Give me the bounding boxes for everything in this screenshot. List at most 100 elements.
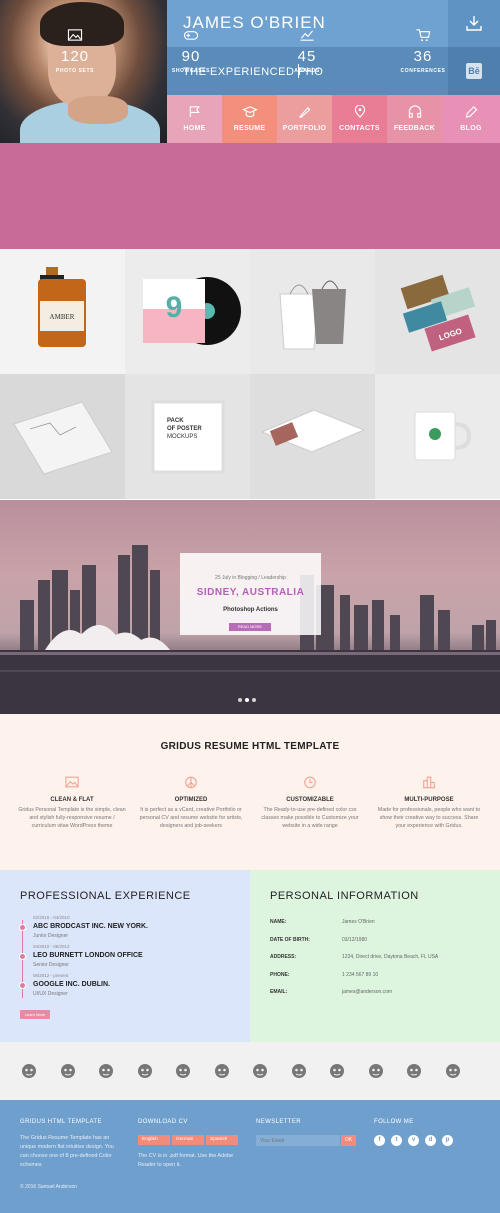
feature-title: MULTI-PURPOSE: [404, 797, 454, 803]
feature-title: OPTIMIZED: [174, 797, 208, 803]
copyright: © 2016 Samuel Anderson: [20, 1184, 78, 1190]
feature-text: The Ready-to-use pre-defined color css c…: [261, 807, 359, 829]
portfolio-item-business-cards[interactable]: LOGO: [375, 249, 500, 374]
magazine-image: [260, 409, 366, 453]
info-key: ADDRESS:: [270, 954, 297, 960]
social-icon[interactable]: p: [442, 1135, 453, 1146]
nav-item-blog[interactable]: BLOG: [442, 95, 500, 143]
feature-text: It is perfect as a vCard, creative Portf…: [139, 807, 243, 829]
pen-icon: [465, 106, 478, 118]
hat-icon-glyph: [368, 1064, 383, 1078]
portfolio-item-vinyl-record[interactable]: 9: [125, 249, 250, 374]
arrows-icon-glyph: [214, 1064, 229, 1078]
feature-item: CLEAN & FLAT Gridus Personal Template is …: [18, 775, 126, 830]
image-icon: [65, 776, 79, 788]
fox-icon: [328, 1062, 346, 1080]
poster-frame-image: PACK OF POSTER MOCKUPS: [151, 400, 225, 474]
clock-icon: [304, 776, 316, 789]
svg-text:PACK: PACK: [167, 418, 184, 424]
read-more-button[interactable]: READ MORE: [229, 623, 271, 631]
timeline-dot: [19, 953, 26, 960]
stat-value: 45: [297, 48, 317, 65]
hat-icon: [367, 1062, 385, 1080]
info-key: NAME:: [270, 919, 287, 925]
portfolio-item-poster-frame[interactable]: PACK OF POSTER MOCKUPS: [125, 374, 250, 499]
social-icon[interactable]: v: [408, 1135, 419, 1146]
portfolio-item-magazine[interactable]: [250, 374, 375, 499]
slider-dot[interactable]: [252, 698, 256, 702]
mug-image: [414, 411, 472, 461]
features-title: GRIDUS RESUME HTML TEMPLATE: [160, 741, 340, 752]
experience-title: PROFESSIONAL EXPERIENCE: [20, 890, 191, 902]
svg-text:9: 9: [166, 291, 183, 324]
hero-title: SIDNEY, AUSTRALIA: [196, 587, 305, 598]
slider-dot[interactable]: [238, 698, 242, 702]
language-button-german[interactable]: German: [172, 1135, 204, 1145]
slider-dot-active[interactable]: [245, 698, 249, 702]
hero-date: 25 July: [215, 575, 231, 581]
svg-text:OF POSTER: OF POSTER: [167, 426, 202, 432]
lips-icon: [405, 1062, 423, 1080]
language-button-spanish[interactable]: Spanish: [206, 1135, 238, 1145]
cap-icon: [241, 106, 258, 118]
girl-icon: [290, 1062, 308, 1080]
info-value: 1234, Direct drive, Daytona Beach, FL US…: [342, 954, 439, 960]
stat-value: 90: [181, 48, 201, 65]
portfolio-item-amber-bottle[interactable]: AMBER: [0, 249, 125, 374]
job-dates: 02/2016 - 04/2010: [33, 915, 70, 920]
shopping-bags-image: [279, 280, 346, 350]
job-role: Senior Designer: [33, 962, 69, 968]
pipe-icon-glyph: [445, 1064, 460, 1078]
headset-icon: [408, 105, 421, 118]
portfolio-item-notebook[interactable]: [0, 374, 125, 499]
language-button-english[interactable]: English: [138, 1135, 170, 1145]
footer-follow-title: FOLLOW ME: [374, 1119, 414, 1125]
nav-item-resume[interactable]: RESUME: [222, 95, 277, 143]
job-company: ABC BRODCAST INC. NEW YORK.: [33, 923, 148, 930]
stat-label: SHOWCASES: [171, 68, 211, 74]
nav-label: RESUME: [233, 125, 266, 132]
nav-item-portfolio[interactable]: PORTFOLIO: [277, 95, 332, 143]
nav-item-home[interactable]: HOME: [167, 95, 222, 143]
feature-item: MULTI-PURPOSE Made for professionals, peo…: [375, 775, 483, 830]
peace-icon: [185, 776, 197, 789]
pipe-icon: [444, 1062, 462, 1080]
timeline-dot: [19, 982, 26, 989]
fox-icon-glyph: [330, 1064, 344, 1078]
feature-title: CLEAN & FLAT: [50, 797, 94, 803]
job-role: UI/UX Designer: [33, 991, 68, 997]
svg-text:MOCKUPS: MOCKUPS: [167, 434, 197, 440]
footer-newsletter-title: NEWSLETTER: [256, 1119, 302, 1125]
info-value: 1 234 567 89 10: [342, 971, 379, 978]
social-icon[interactable]: t: [391, 1135, 402, 1146]
nav-label: FEEDBACK: [393, 125, 436, 132]
stat-label: CONFERENCES: [400, 68, 446, 74]
nav-item-feedback[interactable]: FEEDBACK: [387, 95, 442, 143]
newsletter-email-input[interactable]: [256, 1135, 340, 1146]
notebook-image: [13, 401, 113, 475]
vinyl-record-image: 9: [143, 277, 241, 345]
nav-item-contacts[interactable]: CONTACTS: [332, 95, 387, 143]
job-company: LEO BURNETT LONDON OFFICE: [33, 952, 143, 959]
building-icon: [422, 776, 436, 789]
personal-info-title: PERSONAL INFORMATION: [270, 890, 419, 902]
mustache-icon-glyph: [99, 1064, 113, 1078]
hipster-face-icon: [20, 1062, 38, 1080]
stat-label: PHOTO SETS: [55, 68, 95, 74]
job-company: GOOGLE INC. DUBLIN.: [33, 981, 110, 988]
info-key: PHONE:: [270, 971, 290, 978]
newsletter-submit-button[interactable]: OK: [341, 1135, 356, 1146]
cart-icon: [416, 29, 431, 42]
pin-icon: [354, 104, 365, 118]
social-icon[interactable]: d: [425, 1135, 436, 1146]
stat-label: AWARDS: [294, 68, 320, 74]
nav-label: BLOG: [460, 125, 482, 132]
portfolio-item-mug[interactable]: [375, 374, 500, 499]
footer-about-text: The Gridus Resume Template has an unique…: [20, 1135, 114, 1168]
stat-item: 45 AWARDS: [257, 28, 357, 74]
chart-icon: [300, 30, 314, 41]
portfolio-item-shopping-bags[interactable]: [250, 249, 375, 374]
learn-more-button[interactable]: Learn More: [20, 1010, 50, 1019]
glasses-man-icon: [136, 1062, 154, 1080]
social-icon[interactable]: f: [374, 1135, 385, 1146]
